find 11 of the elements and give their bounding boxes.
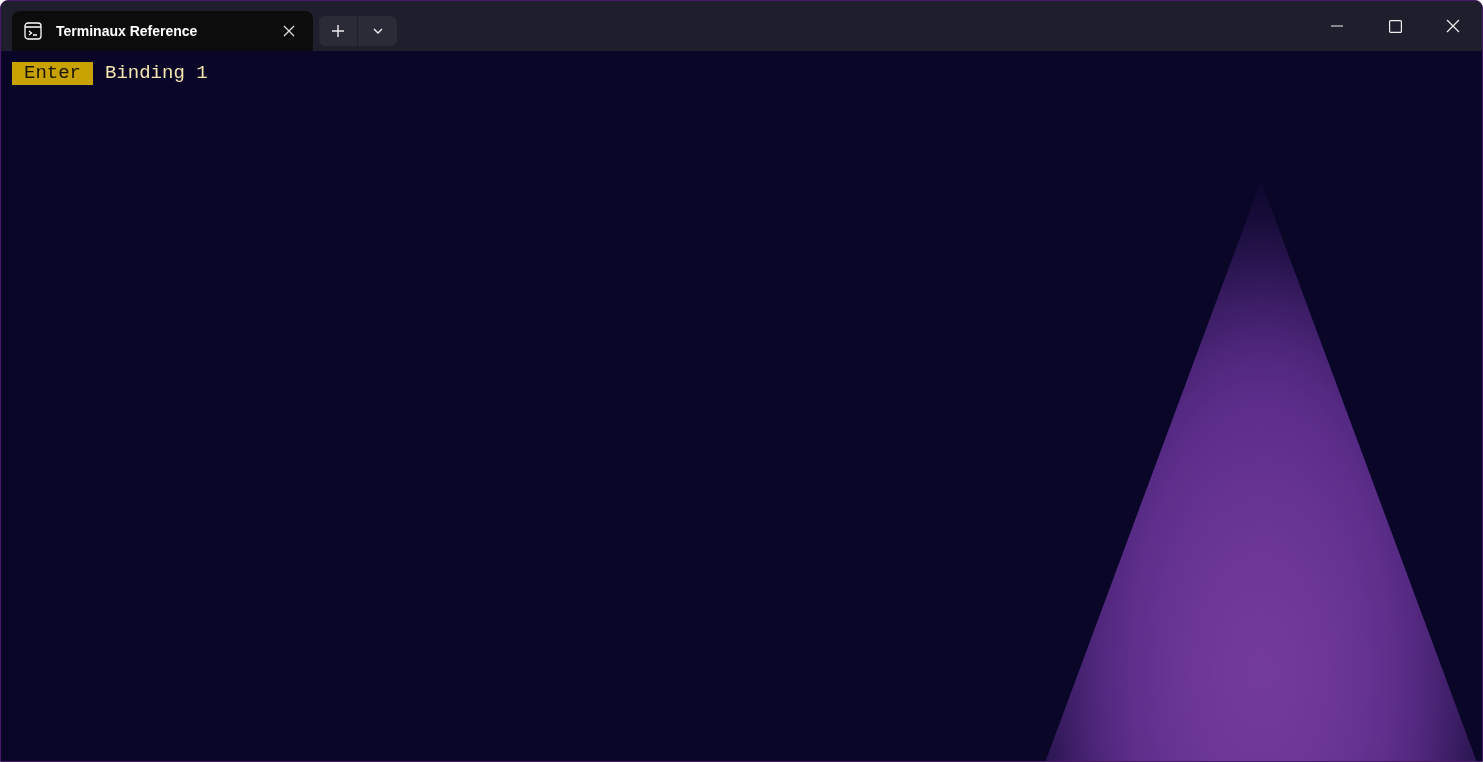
tab[interactable]: Terminaux Reference [12, 11, 313, 51]
minimize-icon [1331, 25, 1343, 27]
close-icon [1446, 19, 1460, 33]
chevron-down-icon [371, 27, 384, 35]
close-icon [283, 25, 295, 37]
tab-title: Terminaux Reference [56, 21, 199, 41]
terminal-icon [24, 22, 42, 40]
binding-label: Binding 1 [105, 62, 208, 85]
key-label: Enter [12, 62, 93, 85]
plus-icon [331, 24, 345, 38]
maximize-icon [1388, 19, 1402, 33]
